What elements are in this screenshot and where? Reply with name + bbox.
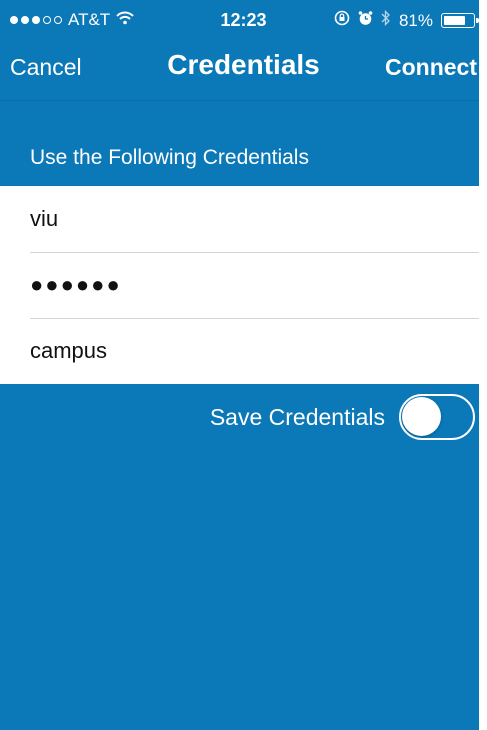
save-credentials-row: Save Credentials xyxy=(210,394,475,440)
bottom-area xyxy=(0,694,487,730)
domain-field[interactable] xyxy=(30,318,470,384)
username-field[interactable] xyxy=(30,186,470,252)
password-row xyxy=(0,252,487,318)
credentials-form xyxy=(0,186,487,384)
section-header: Use the Following Credentials xyxy=(30,146,309,169)
save-credentials-toggle[interactable] xyxy=(399,394,475,440)
battery-level-fill xyxy=(444,16,466,25)
navigation-bar: Cancel Credentials Connect xyxy=(0,40,487,101)
toggle-knob xyxy=(402,397,441,436)
password-field[interactable] xyxy=(30,252,470,318)
save-credentials-label: Save Credentials xyxy=(209,403,385,430)
status-right: 81% xyxy=(334,9,479,31)
credentials-screen: AT&T 12:23 81% Cancel Credentials Connec… xyxy=(0,0,487,730)
screen-edge xyxy=(479,0,487,730)
connect-button[interactable]: Connect xyxy=(385,54,477,81)
status-bar: AT&T 12:23 81% xyxy=(0,0,487,40)
domain-row xyxy=(0,318,487,384)
alarm-icon xyxy=(358,10,373,31)
battery-icon xyxy=(441,13,479,28)
bluetooth-icon xyxy=(381,9,391,31)
battery-percent: 81% xyxy=(398,10,433,30)
lock-rotation-icon xyxy=(334,10,350,31)
username-row xyxy=(0,186,487,252)
